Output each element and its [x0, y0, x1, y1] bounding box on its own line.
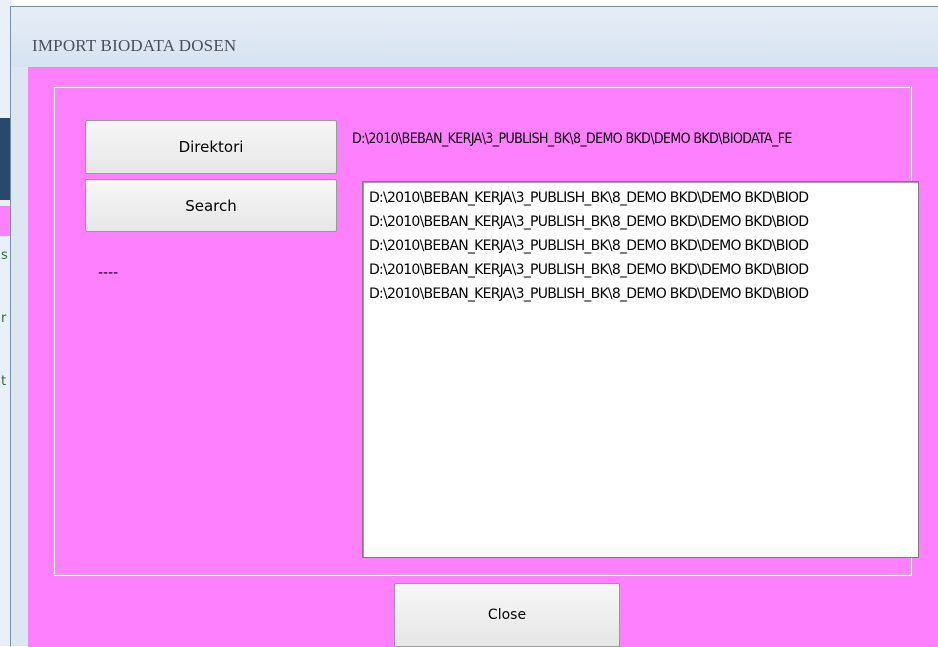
import-biodata-dialog: IMPORT BIODATA DOSEN Direktori Search D:…: [10, 6, 938, 647]
direktori-button[interactable]: Direktori: [85, 120, 337, 174]
list-item[interactable]: D:\2010\BEBAN_KERJA\3_PUBLISH_BK\8_DEMO …: [363, 186, 918, 210]
dialog-titlebar[interactable]: IMPORT BIODATA DOSEN: [11, 7, 938, 67]
background-letter: t: [1, 374, 7, 389]
list-item[interactable]: D:\2010\BEBAN_KERJA\3_PUBLISH_BK\8_DEMO …: [363, 210, 918, 234]
list-item[interactable]: D:\2010\BEBAN_KERJA\3_PUBLISH_BK\8_DEMO …: [363, 258, 918, 282]
search-button[interactable]: Search: [85, 179, 337, 232]
file-listbox[interactable]: D:\2010\BEBAN_KERJA\3_PUBLISH_BK\8_DEMO …: [362, 181, 919, 558]
list-item[interactable]: D:\2010\BEBAN_KERJA\3_PUBLISH_BK\8_DEMO …: [363, 282, 918, 306]
background-letter: s: [1, 248, 8, 263]
list-item[interactable]: D:\2010\BEBAN_KERJA\3_PUBLISH_BK\8_DEMO …: [363, 234, 918, 258]
close-button[interactable]: Close: [394, 583, 620, 647]
status-label: ----: [98, 265, 119, 281]
background-app-header: [0, 118, 10, 200]
directory-path-label: D:\2010\BEBAN_KERJA\3_PUBLISH_BK\8_DEMO …: [352, 131, 792, 147]
dialog-client-area: Direktori Search D:\2010\BEBAN_KERJA\3_P…: [28, 67, 938, 647]
dialog-title: IMPORT BIODATA DOSEN: [32, 36, 237, 55]
desktop-background: s r t IMPORT BIODATA DOSEN Direktori Sea…: [0, 0, 938, 647]
background-letter: r: [1, 311, 7, 326]
content-frame: Direktori Search D:\2010\BEBAN_KERJA\3_P…: [53, 86, 919, 575]
background-app-pink-strip: [0, 206, 10, 236]
